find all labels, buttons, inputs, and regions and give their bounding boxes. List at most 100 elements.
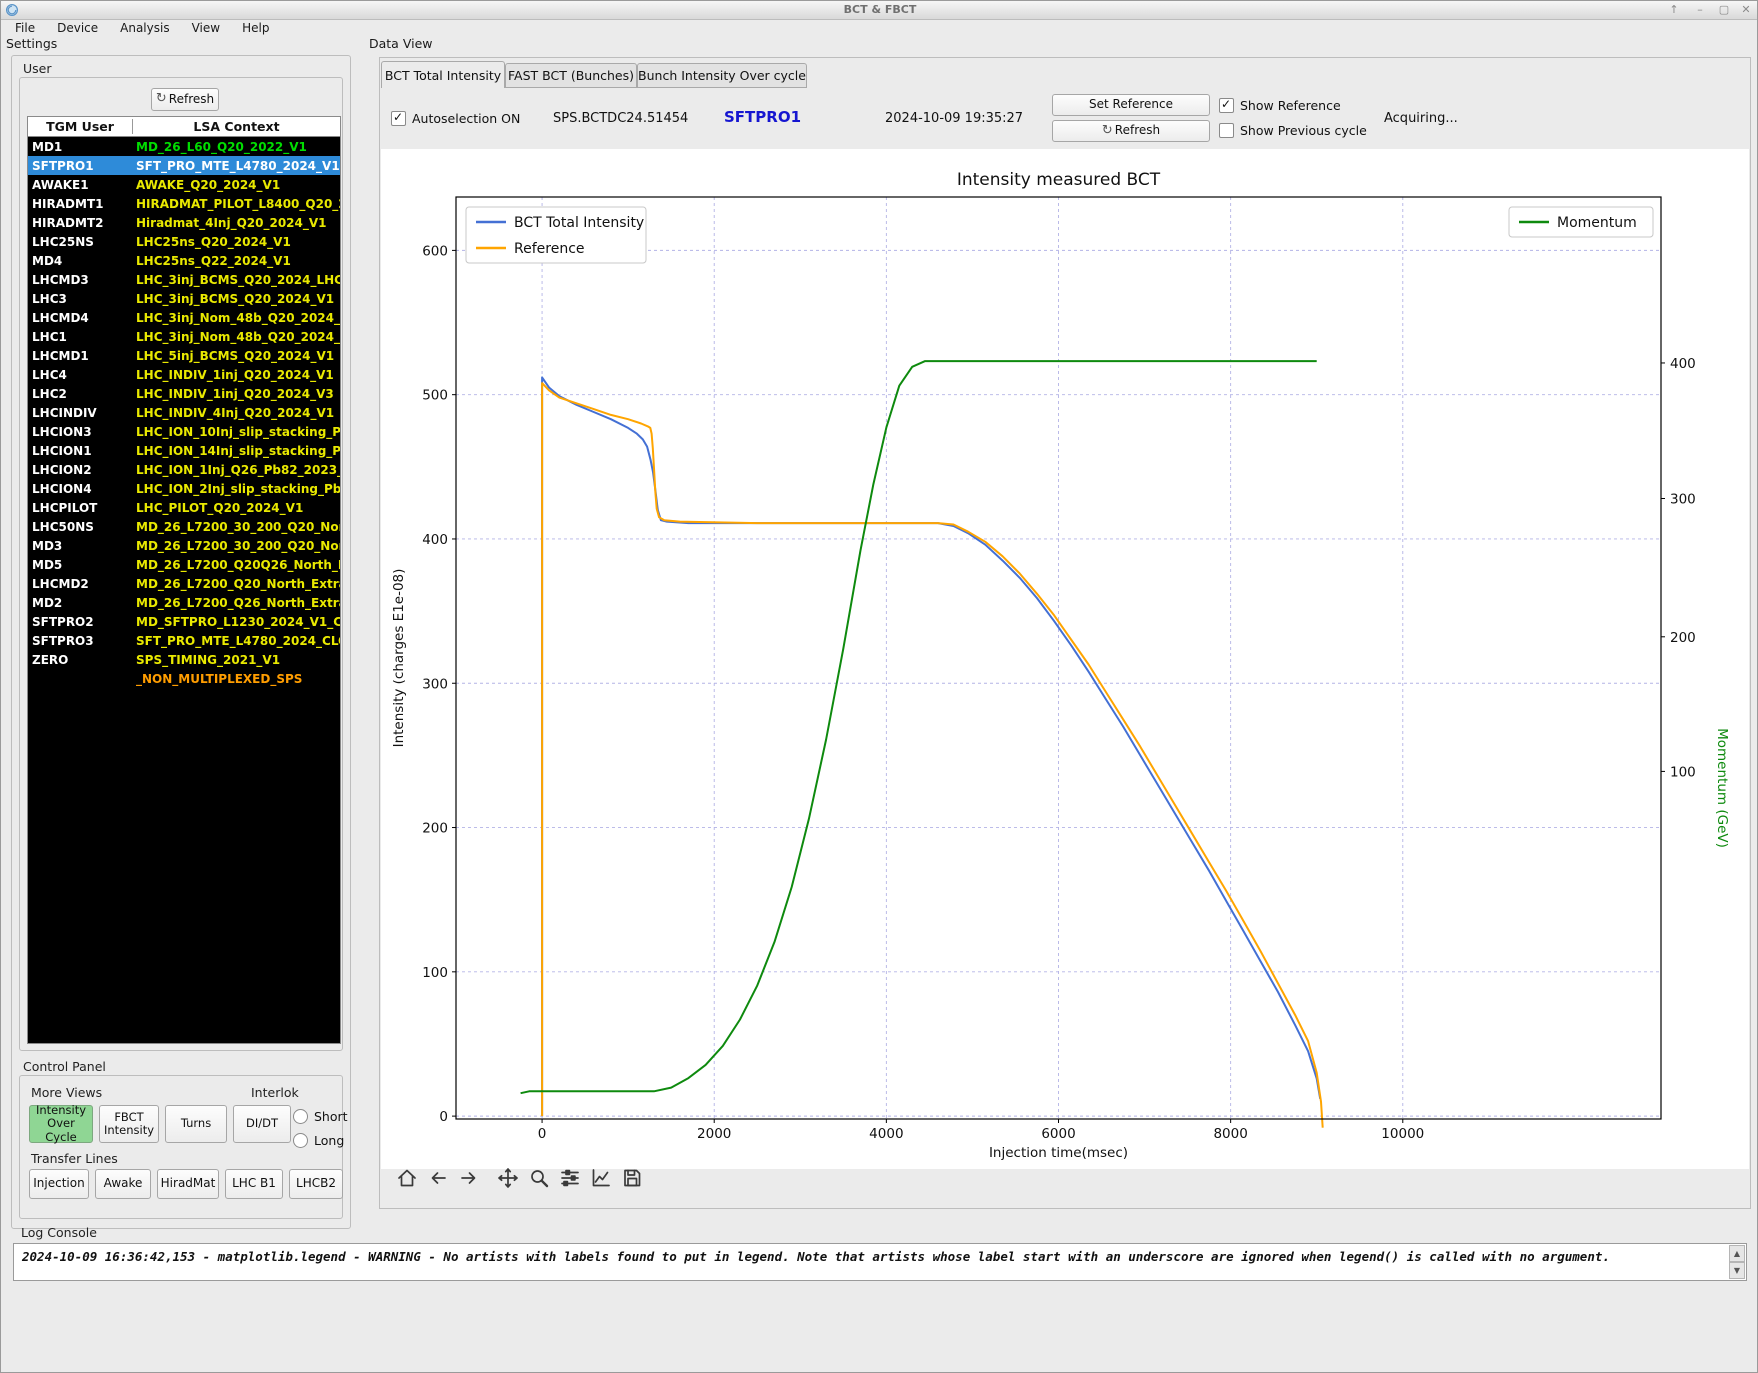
tgm-user-cell: LHCMD1: [32, 348, 89, 363]
svg-text:500: 500: [422, 388, 448, 404]
transfer-button-hiradmat[interactable]: HiradMat: [157, 1169, 219, 1199]
lsa-context-cell: HIRADMAT_PILOT_L8400_Q20_2024_V1: [136, 196, 340, 211]
transfer-button-awake[interactable]: Awake: [95, 1169, 151, 1199]
table-row[interactable]: LHCMD2 MD_26_L7200_Q20_North_Extraction_…: [28, 574, 340, 593]
chart-title: Intensity measured BCT: [957, 170, 1161, 190]
window-maximize-button[interactable]: ▢: [1715, 2, 1733, 17]
table-row[interactable]: LHCION4 LHC_ION_2Inj_slip_stacking_Pb82_…: [28, 479, 340, 498]
table-row[interactable]: LHCPILOT LHC_PILOT_Q20_2024_V1: [28, 498, 340, 517]
window-minimize-button[interactable]: –: [1691, 2, 1709, 17]
table-row[interactable]: _NON_MULTIPLEXED_SPS: [28, 669, 340, 688]
table-row[interactable]: LHCMD3 LHC_3inj_BCMS_Q20_2024_LHCMD: [28, 270, 340, 289]
table-row[interactable]: SFTPRO2 MD_SFTPRO_L1230_2024_V1_Clone: [28, 612, 340, 631]
table-row[interactable]: LHCMD1 LHC_5inj_BCMS_Q20_2024_V1: [28, 346, 340, 365]
table-row[interactable]: LHC50NS MD_26_L7200_30_200_Q20_North_Ext…: [28, 517, 340, 536]
lsa-context-cell: LHC_INDIV_4Inj_Q20_2024_V1: [136, 405, 335, 420]
window-close-button[interactable]: ✕: [1737, 2, 1755, 17]
tab-bct-total-intensity[interactable]: BCT Total Intensity: [381, 61, 505, 88]
table-row[interactable]: MD1 MD_26_L60_Q20_2022_V1: [28, 137, 340, 156]
interlock-radio-short[interactable]: Short: [293, 1109, 348, 1124]
toolbar-zoom-button[interactable]: [525, 1163, 553, 1193]
tgm-user-cell: LHC1: [32, 329, 67, 344]
view-button-turns[interactable]: Turns: [165, 1105, 227, 1143]
user-refresh-button[interactable]: ↻ Refresh: [151, 88, 219, 111]
table-row[interactable]: LHCION1 LHC_ION_14Inj_slip_stacking_Pb82…: [28, 441, 340, 460]
tab-fast-bct-bunches-[interactable]: FAST BCT (Bunches): [505, 63, 637, 88]
transfer-button-lhcb2[interactable]: LHCB2: [289, 1169, 343, 1199]
svg-text:Reference: Reference: [514, 241, 585, 257]
menu-file[interactable]: File: [15, 21, 35, 35]
table-row[interactable]: ZERO SPS_TIMING_2021_V1: [28, 650, 340, 669]
tgm-user-cell: LHCINDIV: [32, 405, 97, 420]
table-row[interactable]: LHCION3 LHC_ION_10Inj_slip_stacking_Pb82…: [28, 422, 340, 441]
tgm-user-cell: LHCMD4: [32, 310, 89, 325]
toolbar-back-button[interactable]: [424, 1163, 452, 1193]
lsa-context-cell: LHC_ION_14Inj_slip_stacking_Pb82_Q26_2..…: [136, 443, 340, 458]
tab-bunch-intensity-over-cycle[interactable]: Bunch Intensity Over cycle: [637, 63, 807, 88]
view-button-di-dt[interactable]: DI/DT: [233, 1105, 291, 1143]
transfer-button-injection[interactable]: Injection: [29, 1169, 89, 1199]
view-button-fbct-intensity[interactable]: FBCT Intensity: [99, 1105, 159, 1143]
table-row[interactable]: MD2 MD_26_L7200_Q26_North_Extraction_202…: [28, 593, 340, 612]
title-bar: BCT & FBCT ↑ – ▢ ✕: [1, 1, 1757, 20]
table-row[interactable]: MD5 MD_26_L7200_Q20Q26_North_Extraction_…: [28, 555, 340, 574]
show-reference-checkbox-box: [1219, 97, 1234, 113]
table-row[interactable]: SFTPRO1 SFT_PRO_MTE_L4780_2024_V1: [28, 156, 340, 175]
toolbar-pan-button[interactable]: [494, 1163, 522, 1193]
table-row[interactable]: LHC1 LHC_3inj_Nom_48b_Q20_2024_V1: [28, 327, 340, 346]
table-row[interactable]: LHC4 LHC_INDIV_1inj_Q20_2024_V1: [28, 365, 340, 384]
plot-toolbar: [393, 1163, 646, 1193]
log-scroll-down-button[interactable]: ▼: [1729, 1262, 1745, 1279]
table-row[interactable]: AWAKE1 AWAKE_Q20_2024_V1: [28, 175, 340, 194]
show-reference-checkbox[interactable]: Show Reference: [1219, 97, 1341, 113]
data-refresh-button[interactable]: ↻ Refresh: [1052, 120, 1210, 142]
toolbar-home-button[interactable]: [393, 1163, 421, 1193]
selected-cycle-user: SFTPRO1: [724, 108, 802, 126]
set-reference-button[interactable]: Set Reference: [1052, 94, 1210, 116]
tgm-user-cell: SFTPRO2: [32, 614, 94, 629]
x-axis-label: Injection time(msec): [989, 1145, 1128, 1161]
save-icon: [624, 1169, 641, 1187]
show-previous-cycle-checkbox[interactable]: Show Previous cycle: [1219, 123, 1367, 138]
window-raise-button[interactable]: ↑: [1665, 2, 1683, 17]
toolbar-customize-button[interactable]: [587, 1163, 615, 1193]
interlock-radio-long[interactable]: Long: [293, 1133, 344, 1148]
log-scroll-up-button[interactable]: ▲: [1729, 1245, 1745, 1262]
menu-device[interactable]: Device: [57, 21, 98, 35]
tgm-user-cell: LHC4: [32, 367, 67, 382]
control-panel-title: Control Panel: [23, 1059, 106, 1074]
application-window: BCT & FBCT ↑ – ▢ ✕ File Device Analysis View He…: [0, 0, 1758, 1373]
transfer-lines-label: Transfer Lines: [31, 1151, 118, 1166]
toolbar-forward-button[interactable]: [455, 1163, 483, 1193]
interlock-label: Interlok: [251, 1085, 299, 1100]
table-row[interactable]: MD4 LHC25ns_Q22_2024_V1: [28, 251, 340, 270]
lsa-context-cell: LHC25ns_Q20_2024_V1: [136, 234, 291, 249]
menu-view[interactable]: View: [192, 21, 220, 35]
table-row[interactable]: LHC25NS LHC25ns_Q20_2024_V1: [28, 232, 340, 251]
intensity-chart[interactable]: 0 2000 4000 6000 8000 10000 0 100 200 300 400 500 60…: [381, 149, 1749, 1169]
table-row[interactable]: MD3 MD_26_L7200_30_200_Q20_North_Extract…: [28, 536, 340, 555]
table-row[interactable]: SFTPRO3 SFT_PRO_MTE_L4780_2024_CLONE: [28, 631, 340, 650]
menu-help[interactable]: Help: [242, 21, 269, 35]
table-row[interactable]: HIRADMT2 Hiradmat_4Inj_Q20_2024_V1: [28, 213, 340, 232]
lsa-context-cell: LHC25ns_Q22_2024_V1: [136, 253, 291, 268]
autoselection-checkbox[interactable]: Autoselection ON: [391, 110, 520, 126]
menu-analysis[interactable]: Analysis: [120, 21, 169, 35]
table-row[interactable]: LHCINDIV LHC_INDIV_4Inj_Q20_2024_V1: [28, 403, 340, 422]
toolbar-subplots-button[interactable]: [556, 1163, 584, 1193]
column-header-lsa-context: LSA Context: [193, 119, 280, 134]
toolbar-save-button[interactable]: [618, 1163, 646, 1193]
lsa-context-cell: LHC_ION_10Inj_slip_stacking_Pb82_Q26_2..…: [136, 424, 340, 439]
radio-label: Short: [314, 1109, 348, 1124]
window-title: BCT & FBCT: [843, 3, 917, 16]
table-row[interactable]: LHC3 LHC_3inj_BCMS_Q20_2024_V1: [28, 289, 340, 308]
lsa-context-cell: LHC_3inj_Nom_48b_Q20_2024_LHCMD: [136, 310, 340, 325]
table-row[interactable]: LHC2 LHC_INDIV_1inj_Q20_2024_V3: [28, 384, 340, 403]
table-row[interactable]: HIRADMT1 HIRADMAT_PILOT_L8400_Q20_2024_V…: [28, 194, 340, 213]
view-button-intensity-over-cycle[interactable]: Intensity Over Cycle: [29, 1104, 93, 1143]
table-row[interactable]: LHCMD4 LHC_3inj_Nom_48b_Q20_2024_LHCMD: [28, 308, 340, 327]
table-row[interactable]: LHCION2 LHC_ION_1Inj_Q26_Pb82_2023_V1: [28, 460, 340, 479]
y-axis-label-left: Intensity (charges E1e-08): [391, 569, 407, 748]
column-header-tgm-user: TGM User: [28, 119, 133, 134]
transfer-button-lhc-b1[interactable]: LHC B1: [225, 1169, 283, 1199]
